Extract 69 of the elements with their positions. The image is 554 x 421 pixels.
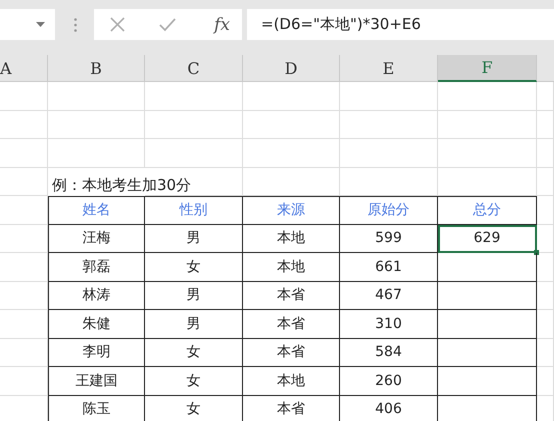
column-heading: 原始分 [340, 196, 438, 224]
column-heading: 总分 [438, 196, 537, 224]
table-cell: 郭磊 [48, 253, 145, 282]
grid-cell [537, 253, 554, 282]
grid-cell [537, 338, 554, 367]
grid-cell [537, 82, 554, 110]
table-cell: 599 [340, 224, 438, 253]
table-cell: 朱健 [48, 310, 145, 338]
table-cell: 女 [145, 253, 243, 282]
grid-cell [0, 310, 48, 338]
grid-cell [0, 224, 48, 253]
grid-cell [537, 367, 554, 396]
table-cell: 林涛 [48, 282, 145, 310]
insert-function-button[interactable]: fx [210, 14, 234, 34]
table-cell: 584 [340, 338, 438, 367]
table-cell: 661 [340, 253, 438, 282]
table-cell: 李明 [48, 338, 145, 367]
column-heading: 姓名 [48, 196, 145, 224]
table-cell: 本省 [243, 282, 340, 310]
table-cell: 本地 [243, 367, 340, 396]
table-cell: 本省 [243, 396, 340, 421]
formula-field[interactable]: =(D6="本地")*30+E6 [247, 9, 554, 40]
table-cell: 王建国 [48, 367, 145, 396]
table-cell: 467 [340, 282, 438, 310]
grid-cell [537, 110, 554, 139]
table-cell: 女 [145, 396, 243, 421]
grid-cell [537, 196, 554, 224]
column-header[interactable]: E [340, 55, 438, 82]
grid-cell [0, 82, 48, 110]
cancel-icon[interactable] [110, 17, 125, 32]
table-cell: 本省 [243, 310, 340, 338]
grid-cell [537, 168, 554, 196]
table-cell: 男 [145, 282, 243, 310]
table-cell: 男 [145, 224, 243, 253]
table-cell: 汪梅 [48, 224, 145, 253]
grid-cell [0, 139, 48, 168]
caption-text: 例：本地考生加30分 [51, 175, 192, 196]
table-cell: 女 [145, 338, 243, 367]
table-cell: 本省 [243, 338, 340, 367]
table-cell: 女 [145, 367, 243, 396]
table-cell: 406 [340, 396, 438, 421]
column-header[interactable]: C [145, 55, 243, 82]
column-header[interactable]: A [0, 55, 48, 82]
grid-cell [537, 224, 554, 253]
drag-handle-icon[interactable] [74, 18, 77, 32]
grid-cell [0, 253, 48, 282]
table-cell: 本地 [243, 253, 340, 282]
table-cell: 男 [145, 310, 243, 338]
column-header[interactable]: B [48, 55, 145, 82]
grid-cell [0, 367, 48, 396]
grid-cell [0, 338, 48, 367]
grid-cell [537, 310, 554, 338]
table-cell: 260 [340, 367, 438, 396]
column-heading: 来源 [243, 196, 340, 224]
table-cell: 本地 [243, 224, 340, 253]
active-cell[interactable]: 629 [438, 224, 537, 253]
table-cell: 310 [340, 310, 438, 338]
dropdown-icon[interactable] [36, 22, 45, 27]
grid-cell [537, 139, 554, 168]
grid-cell [0, 282, 48, 310]
column-heading: 性别 [145, 196, 243, 224]
grid-cell [0, 110, 48, 139]
column-header[interactable]: D [243, 55, 340, 82]
grid-cell [537, 282, 554, 310]
grid-cell [0, 196, 48, 224]
check-icon[interactable] [159, 18, 176, 32]
column-header[interactable]: F [438, 55, 537, 82]
grid-cell [0, 168, 48, 196]
table-cell: 陈玉 [48, 396, 145, 421]
